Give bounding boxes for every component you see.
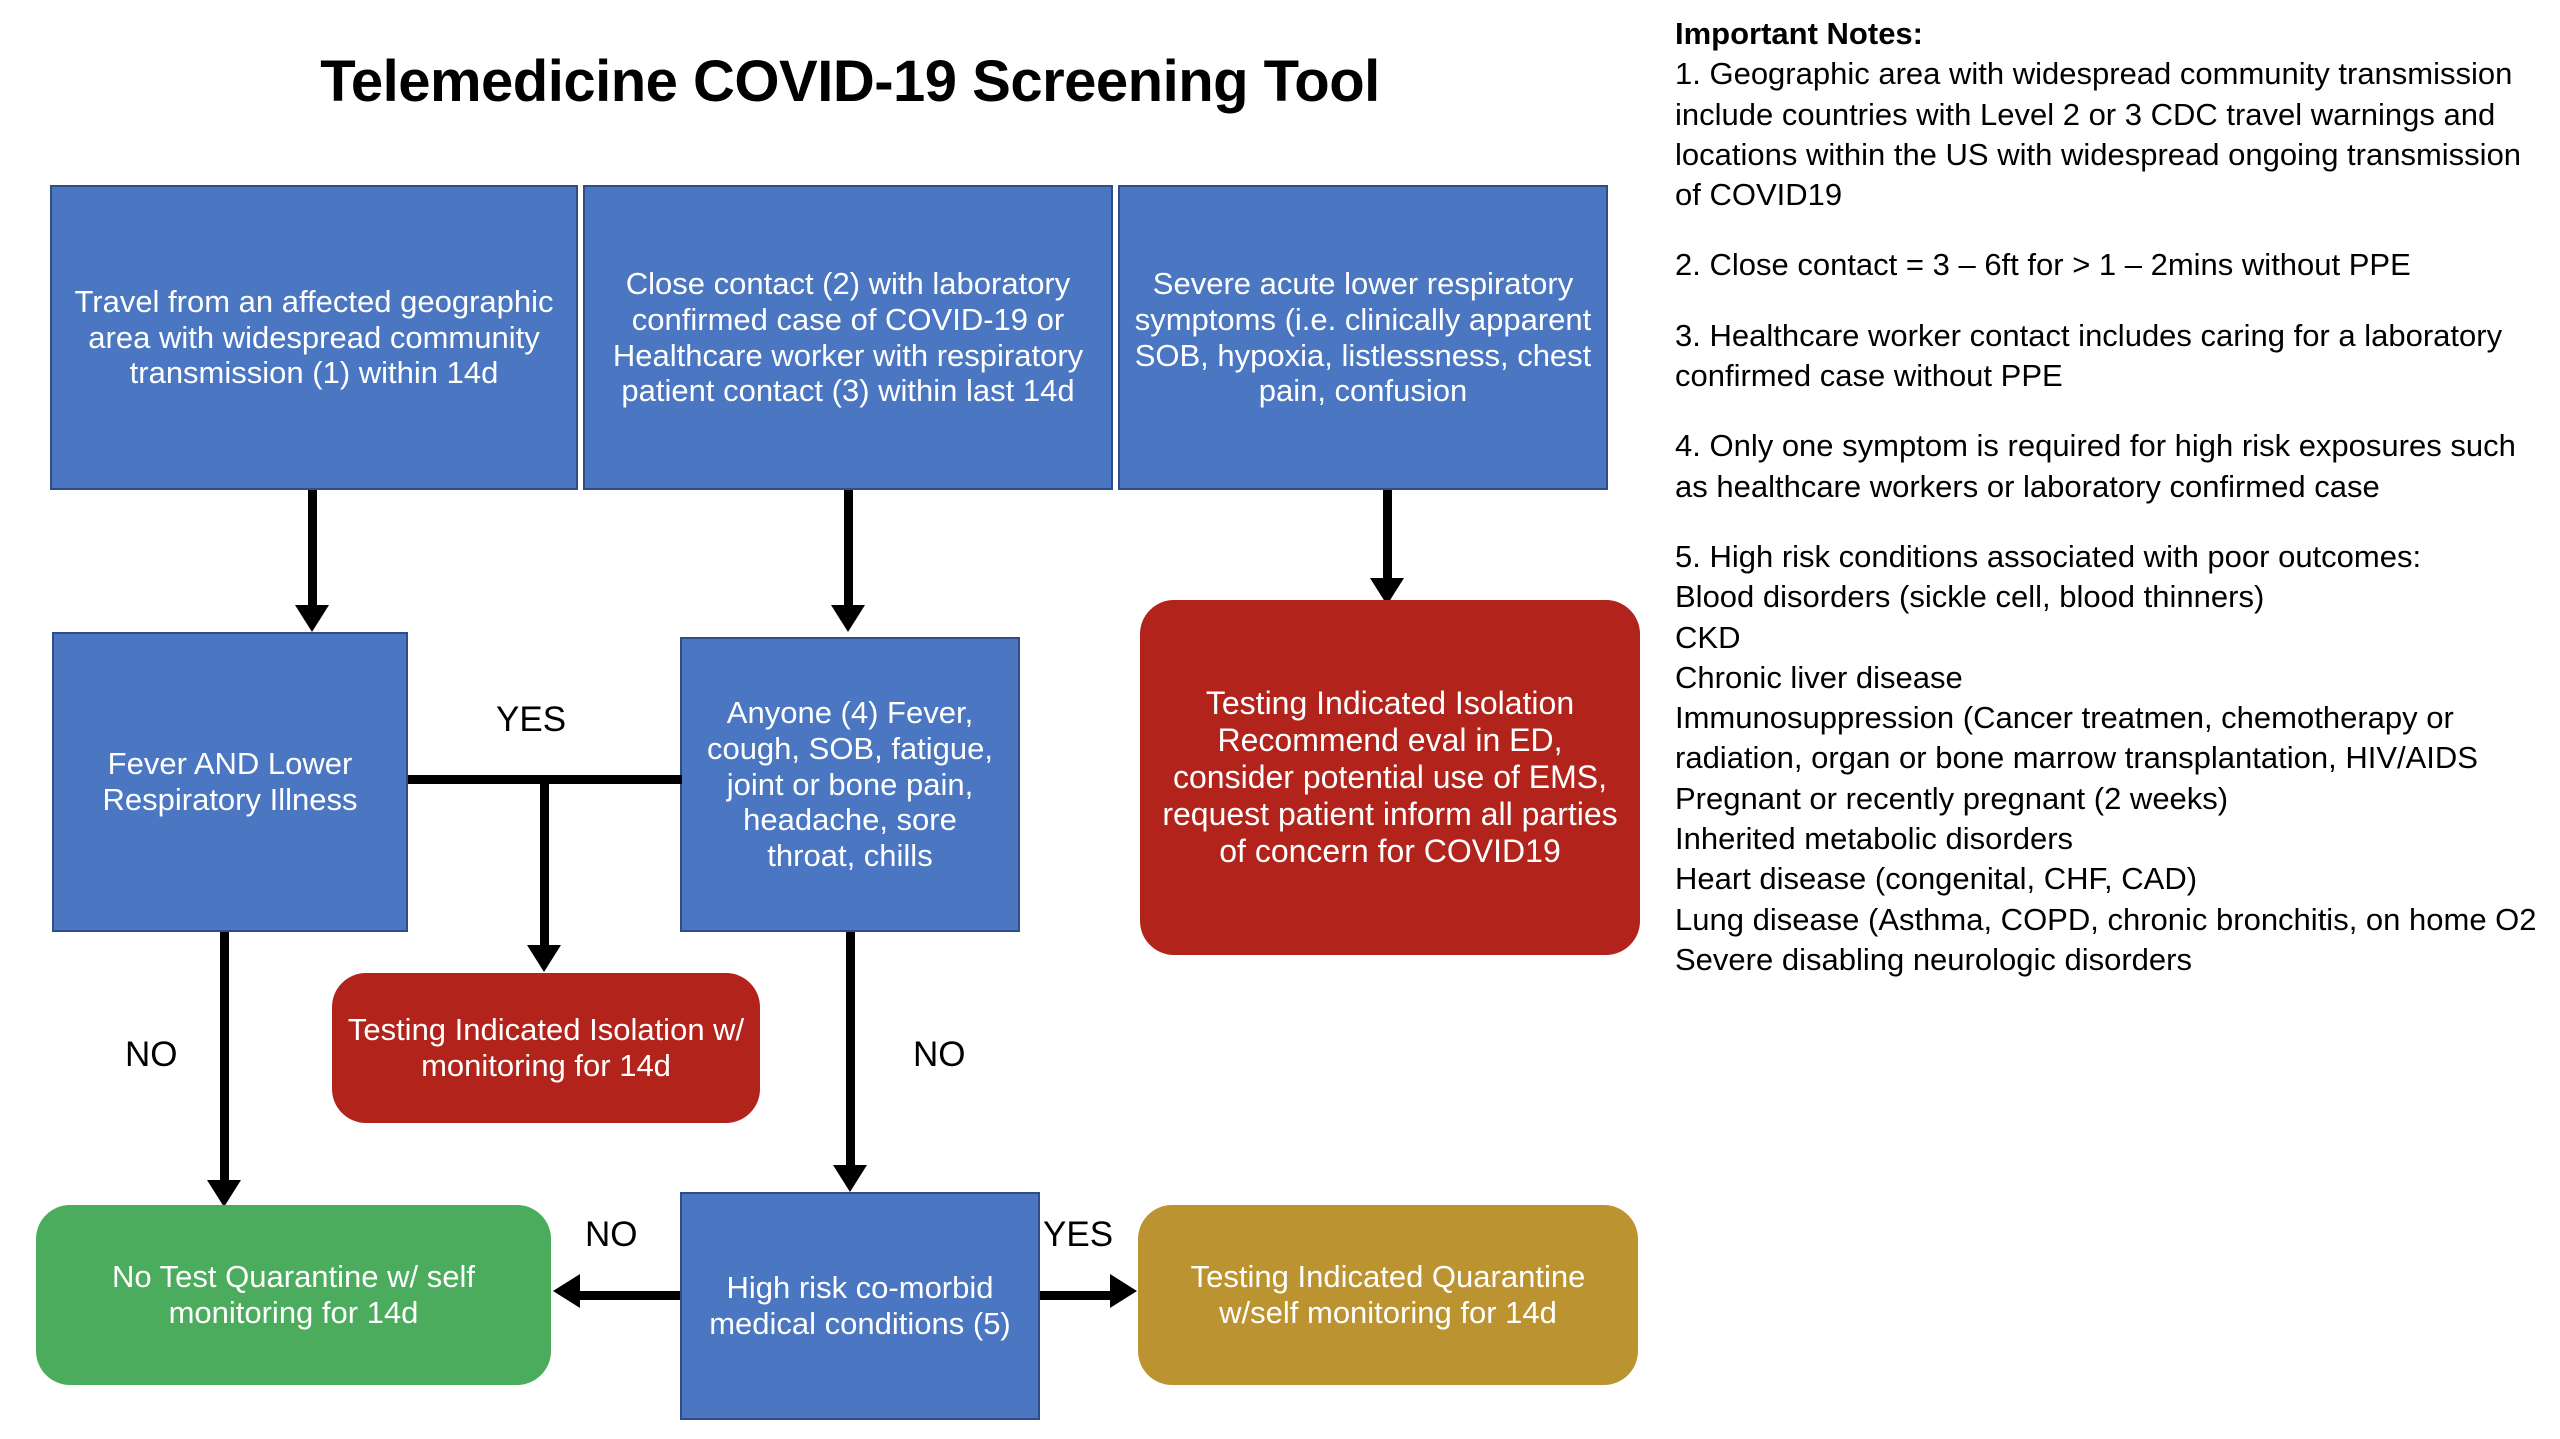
arrowhead-highrisk-no-left	[553, 1274, 580, 1308]
connector-highrisk-no-left	[580, 1291, 680, 1300]
node-testing-indicated-ed: Testing Indicated Isolation Recommend ev…	[1140, 600, 1640, 955]
node-testing-indicated-ed-label: Testing Indicated Isolation Recommend ev…	[1162, 684, 1618, 870]
edge-label-no-anyone-down: NO	[913, 1035, 966, 1074]
arrowhead-fever-no-down	[207, 1180, 241, 1207]
node-no-test-quarantine: No Test Quarantine w/ self monitoring fo…	[36, 1205, 551, 1385]
node-testing-indicated-isolation: Testing Indicated Isolation w/ monitorin…	[332, 973, 760, 1123]
edge-label-no-fever-down: NO	[125, 1035, 178, 1074]
note-item-4: 4. Only one symptom is required for high…	[1675, 428, 2516, 504]
edge-label-no-highrisk-left: NO	[585, 1215, 638, 1254]
note-item-2: 2. Close contact = 3 – 6ft for > 1 – 2mi…	[1675, 247, 2411, 283]
note-item-1: 1. Geographic area with widespread commu…	[1675, 56, 2522, 213]
condition-item: Lung disease (Asthma, COPD, chronic bron…	[1675, 901, 2537, 937]
condition-item: Blood disorders (sickle cell, blood thin…	[1675, 579, 2265, 615]
arrowhead-highrisk-yes-right	[1110, 1274, 1137, 1308]
node-close-contact-label: Close contact (2) with laboratory confir…	[612, 265, 1084, 409]
arrowhead-anyone-no-down	[833, 1165, 867, 1192]
important-notes-panel: Important Notes: 1. Geographic area with…	[1675, 14, 2555, 980]
page-title: Telemedicine COVID-19 Screening Tool	[320, 49, 1380, 114]
node-travel-exposure-label: Travel from an affected geographic area …	[74, 283, 554, 391]
node-high-risk-conditions: High risk co-morbid medical conditions (…	[680, 1192, 1040, 1420]
node-no-test-quarantine-label: No Test Quarantine w/ self monitoring fo…	[112, 1259, 475, 1330]
note-spacer	[1675, 215, 2555, 245]
node-fever-lower-respiratory: Fever AND Lower Respiratory Illness	[52, 632, 408, 932]
condition-item: Severe disabling neurologic disorders	[1675, 941, 2192, 977]
note-item-5-heading: 5. High risk conditions associated with …	[1675, 538, 2422, 574]
connector-close-contact-to-anyone	[844, 490, 853, 610]
note-spacer	[1675, 286, 2555, 316]
node-severe-symptoms: Severe acute lower respiratory symptoms …	[1118, 185, 1608, 490]
edge-label-yes-highrisk-right: YES	[1043, 1215, 1114, 1254]
node-testing-indicated-quarantine: Testing Indicated Quarantine w/self moni…	[1138, 1205, 1638, 1385]
node-high-risk-conditions-label: High risk co-morbid medical conditions (…	[709, 1270, 1011, 1341]
note-item-3: 3. Healthcare worker contact includes ca…	[1675, 317, 2503, 394]
node-testing-indicated-quarantine-label: Testing Indicated Quarantine w/self moni…	[1190, 1259, 1586, 1330]
node-fever-lower-respiratory-label: Fever AND Lower Respiratory Illness	[102, 746, 358, 817]
node-severe-symptoms-label: Severe acute lower respiratory symptoms …	[1134, 265, 1592, 409]
condition-item: Immunosuppression (Cancer treatmen, chem…	[1675, 700, 2478, 776]
node-anyone-symptoms-label: Anyone (4) Fever, cough, SOB, fatigue, j…	[706, 694, 994, 874]
condition-item: Heart disease (congenital, CHF, CAD)	[1675, 861, 2198, 897]
edge-label-yes-fever-to-anyone: YES	[496, 700, 567, 739]
note-item-5-conditions-list: Blood disorders (sickle cell, blood thin…	[1675, 577, 2555, 980]
notes-heading: Important Notes:	[1675, 16, 1923, 51]
arrowhead-close-contact-to-anyone	[831, 605, 865, 632]
node-testing-indicated-isolation-label: Testing Indicated Isolation w/ monitorin…	[347, 1012, 745, 1083]
condition-item: Pregnant or recently pregnant (2 weeks)	[1675, 780, 2229, 816]
connector-highrisk-yes-right	[1040, 1291, 1112, 1300]
connector-yes-branch-down	[540, 775, 549, 950]
connector-anyone-no-down	[846, 932, 855, 1172]
condition-item: CKD	[1675, 619, 1741, 655]
node-close-contact: Close contact (2) with laboratory confir…	[583, 185, 1113, 490]
note-spacer	[1675, 507, 2555, 537]
connector-fever-no-down	[220, 932, 229, 1187]
note-spacer	[1675, 396, 2555, 426]
node-travel-exposure: Travel from an affected geographic area …	[50, 185, 578, 490]
arrowhead-travel-to-fever	[295, 605, 329, 632]
condition-item: Inherited metabolic disorders	[1675, 821, 2074, 857]
condition-item: Chronic liver disease	[1675, 659, 1963, 695]
node-anyone-symptoms: Anyone (4) Fever, cough, SOB, fatigue, j…	[680, 637, 1020, 932]
arrowhead-yes-branch-down	[527, 945, 561, 972]
connector-travel-to-fever	[308, 490, 317, 610]
screening-tool-canvas: Telemedicine COVID-19 Screening Tool Tra…	[0, 0, 2560, 1439]
